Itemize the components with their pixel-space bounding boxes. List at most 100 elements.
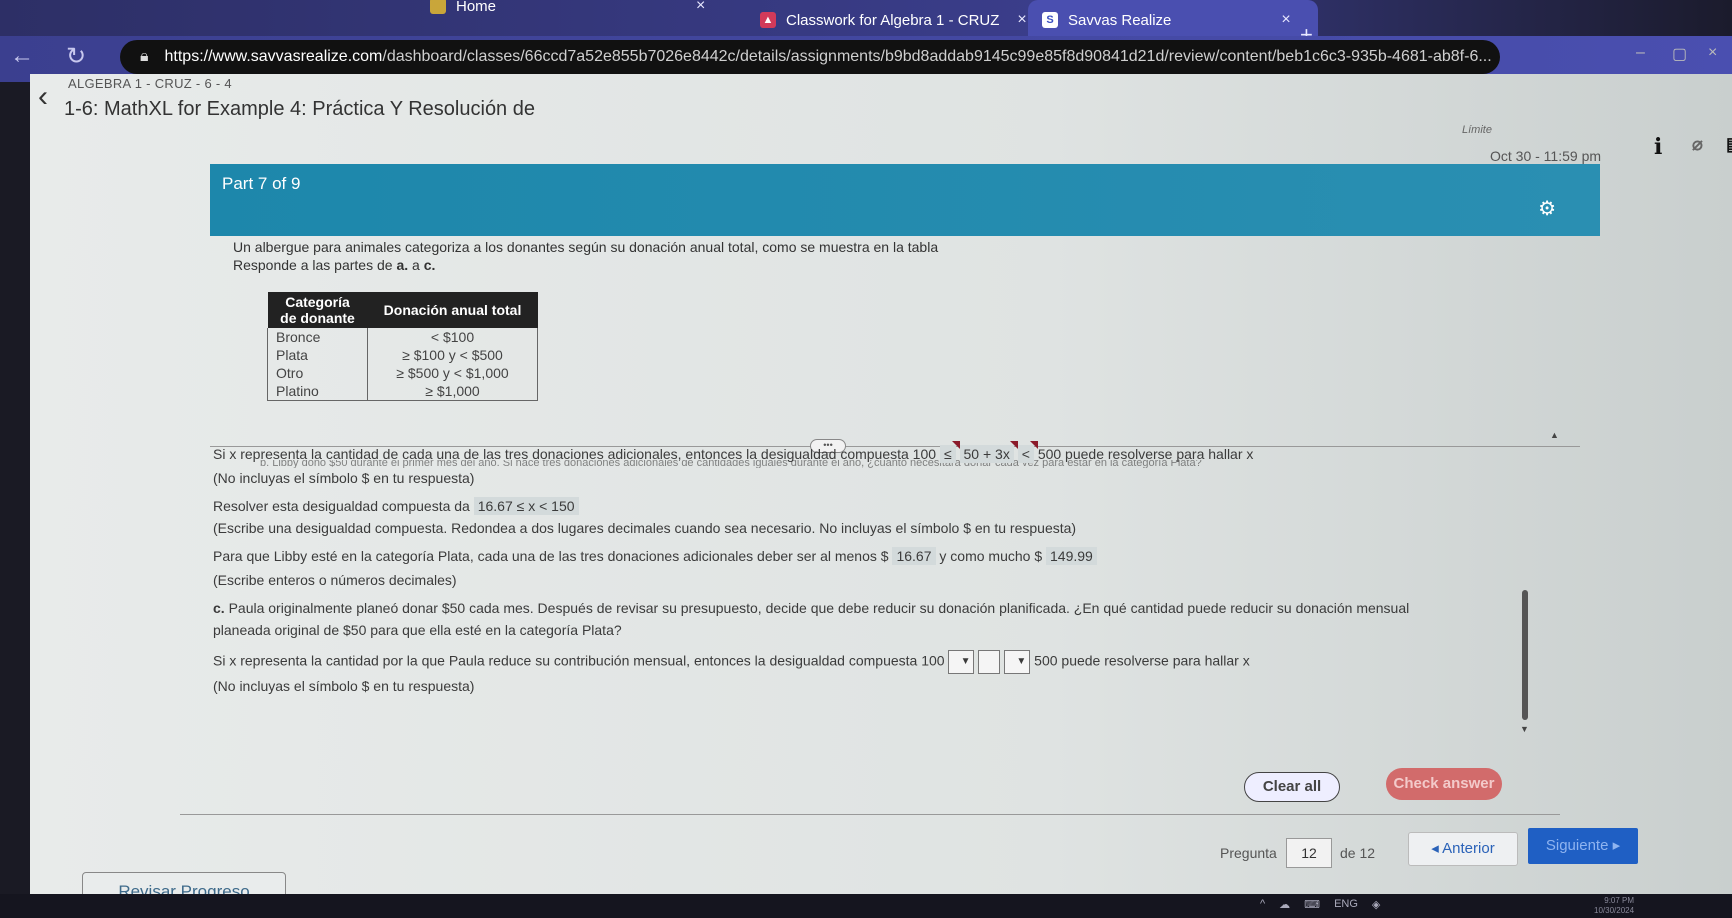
restore-button[interactable]: ▢	[1672, 44, 1687, 64]
part-b-note-1: (No incluyas el símbolo $ en tu respuest…	[213, 470, 475, 486]
clock[interactable]: 9:07 PM 10/30/2024	[1594, 896, 1634, 916]
operator-dropdown-1[interactable]: ▼	[948, 650, 975, 674]
footer-divider	[180, 814, 1560, 815]
tray-chevron-icon[interactable]: ^	[1260, 898, 1265, 911]
close-tab-icon[interactable]: ×	[1281, 11, 1290, 29]
prompt-tail: 500 puede resolverse para hallar x	[1034, 652, 1250, 669]
scroll-up-arrow[interactable]: ▲	[1550, 430, 1559, 440]
back-chevron-icon[interactable]: ‹	[38, 80, 48, 114]
donation-cell: < $100	[367, 328, 538, 346]
expression-input[interactable]	[978, 650, 1001, 674]
part-b-inequality-line: Si x representa la cantidad de cada una …	[213, 441, 1254, 463]
answer-max[interactable]: 149.99	[1046, 547, 1097, 565]
table-header: Categoría de donante	[267, 292, 368, 328]
incorrect-flag-icon	[1009, 441, 1018, 449]
os-taskbar: ^ ☁ ⌨ ENG ◈ 9:07 PM 10/30/2024	[0, 894, 1732, 918]
next-button[interactable]: Siguiente ▸	[1528, 828, 1638, 864]
question-intro: Un albergue para animales categoriza a l…	[233, 238, 938, 274]
part-c-note: (No incluyas el símbolo $ en tu respuest…	[213, 678, 475, 694]
wifi-icon[interactable]: ◈	[1372, 898, 1380, 911]
breadcrumb: ALGEBRA 1 - CRUZ - 6 - 4	[68, 76, 232, 91]
question-label: Pregunta	[1220, 845, 1277, 861]
system-tray: ^ ☁ ⌨ ENG ◈	[1260, 898, 1380, 911]
check-answer-button[interactable]: Check answer	[1386, 768, 1502, 800]
table-row: Platino ≥ $1,000	[267, 382, 538, 401]
operator-dropdown-2[interactable]: ▼	[1004, 650, 1031, 674]
category-cell: Bronce	[267, 328, 368, 346]
cloud-icon[interactable]: ☁	[1279, 898, 1290, 911]
part-a-ref: a.	[396, 257, 409, 273]
donation-cell: ≥ $500 y < $1,000	[367, 364, 538, 382]
close-window-button[interactable]: ×	[1708, 44, 1717, 62]
answer-min[interactable]: 16.67	[892, 547, 936, 565]
savvas-icon: S	[1042, 12, 1058, 28]
previous-button[interactable]: ◂ Anterior	[1408, 832, 1518, 866]
category-cell: Plata	[267, 346, 368, 364]
url-host: https://www.savvasrealize.com	[164, 48, 383, 65]
answer-compound-inequality[interactable]: 16.67 ≤ x < 150	[473, 497, 579, 515]
clear-all-button[interactable]: Clear all	[1244, 772, 1340, 802]
prompt-text: Resolver esta desigualdad compuesta da	[213, 498, 470, 514]
due-date: Oct 30 - 11:59 pm	[1490, 148, 1602, 164]
tab-savvas-realize[interactable]: S Savvas Realize ×	[1028, 0, 1318, 40]
incorrect-flag-icon	[951, 441, 960, 449]
tab-home[interactable]: Home ×	[430, 0, 705, 26]
clock-date: 10/30/2024	[1594, 906, 1635, 915]
prompt-tail: 500 puede resolverse para hallar x	[1037, 446, 1254, 462]
scrollbar-thumb[interactable]	[1522, 590, 1528, 720]
category-cell: Platino	[267, 382, 368, 401]
part-b-solution-line: Resolver esta desigualdad compuesta da 1…	[213, 497, 579, 515]
part-label: Part 7 of 9	[222, 174, 301, 193]
intro-instructions: Responde a las partes de a. a c.	[233, 256, 938, 274]
attachment-icon[interactable]: ⌀	[1692, 134, 1703, 155]
part-c-ref: c.	[423, 257, 436, 273]
answer-value: 50 + 3x	[963, 446, 1010, 462]
part-c-prompt-2: planeada original de $50 para que ella e…	[213, 622, 622, 638]
close-tab-icon[interactable]: ×	[696, 0, 705, 15]
donation-cell: ≥ $100 y < $500	[367, 346, 538, 364]
minimize-button[interactable]: –	[1636, 44, 1645, 62]
table-row: Plata ≥ $100 y < $500	[267, 346, 538, 364]
info-icon[interactable]: i	[1654, 134, 1662, 160]
answer-value: ≤	[943, 446, 952, 462]
table-row: Bronce < $100	[267, 328, 538, 346]
part-header: Part 7 of 9 ⚙	[210, 164, 1600, 236]
url-bar[interactable]: 🔒︎ https://www.savvasrealize.com/dashboa…	[120, 40, 1500, 74]
answer-expression[interactable]: 50 + 3x	[959, 441, 1018, 463]
tab-classwork[interactable]: ▲ Classwork for Algebra 1 - CRUZ ×	[760, 0, 1027, 40]
due-label: Límite	[1462, 124, 1492, 136]
close-tab-icon[interactable]: ×	[1017, 11, 1026, 29]
donation-cell: ≥ $1,000	[367, 382, 538, 401]
prompt-text: Paula originalmente planeó donar $50 cad…	[224, 600, 1410, 616]
answer-op2[interactable]: <	[1017, 441, 1038, 463]
url-path: /dashboard/classes/66ccd7a52e855b7026e84…	[382, 48, 1492, 65]
part-c-inequality-line: Si x representa la cantidad por la que P…	[213, 650, 1250, 674]
tab-label: Classwork for Algebra 1 - CRUZ	[786, 11, 1000, 29]
language-indicator[interactable]: ENG	[1334, 898, 1358, 911]
part-c-prompt: c. Paula originalmente planeó donar $50 …	[213, 600, 1409, 616]
gear-icon[interactable]: ⚙	[1538, 196, 1556, 221]
answer-op1[interactable]: ≤	[939, 441, 960, 463]
prompt-mid: y como mucho $	[939, 548, 1043, 564]
tab-label: Home	[456, 0, 497, 15]
home-tab-icon	[430, 0, 446, 14]
prompt-text: Si x representa la cantidad de cada una …	[213, 446, 937, 462]
back-arrow-icon[interactable]: ←	[10, 42, 34, 70]
intro-text: Un albergue para animales categoriza a l…	[233, 239, 939, 255]
scroll-down-arrow[interactable]: ▼	[1520, 724, 1529, 734]
comment-icon[interactable]: ▤	[1726, 134, 1732, 155]
keyboard-icon[interactable]: ⌨	[1304, 898, 1320, 911]
answer-value: <	[1021, 446, 1030, 462]
incorrect-flag-icon	[1029, 441, 1038, 449]
question-number-input[interactable]: 12	[1286, 838, 1332, 868]
assignment-title: 1-6: MathXL for Example 4: Práctica Y Re…	[64, 98, 535, 120]
prompt-text: Para que Libby esté en la categoría Plat…	[213, 548, 889, 564]
category-cell: Otro	[267, 364, 368, 382]
reload-icon[interactable]: ↻	[66, 42, 86, 71]
table-header: Donación anual total	[367, 292, 538, 328]
donor-category-table: Categoría de donante Donación anual tota…	[267, 292, 538, 401]
part-b-note-3: (Escribe enteros o números decimales)	[213, 572, 457, 588]
clock-time: 9:07 PM	[1604, 896, 1635, 905]
tab-label: Savvas Realize	[1068, 11, 1172, 29]
question-total: de 12	[1340, 845, 1376, 861]
